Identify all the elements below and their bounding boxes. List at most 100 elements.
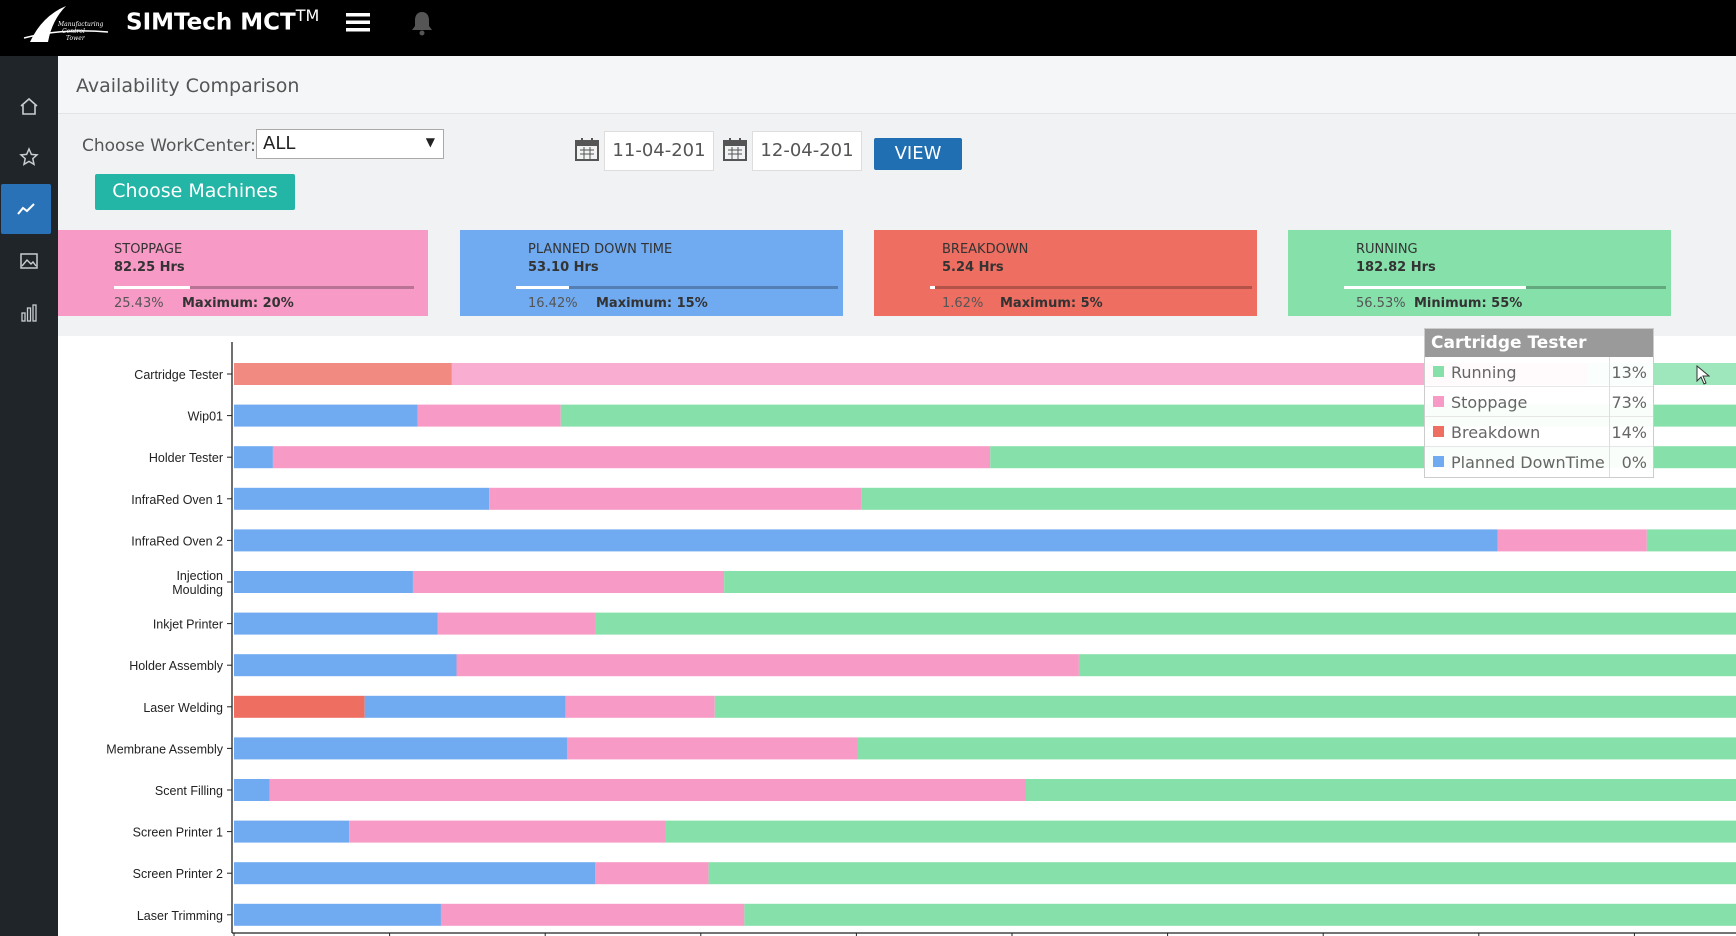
y-tick-label: Inkjet Printer	[153, 618, 223, 632]
y-tick-label: Screen Printer 1	[133, 826, 223, 840]
bar-segment[interactable]	[272, 446, 991, 469]
bar-segment[interactable]	[440, 903, 745, 926]
bar-segment[interactable]	[349, 820, 666, 843]
workcenter-label: Choose WorkCenter:	[82, 136, 256, 156]
bar-segment[interactable]	[861, 487, 1736, 510]
bar-segment[interactable]	[1497, 529, 1647, 552]
y-tick-label: Laser Welding	[143, 701, 223, 715]
bar-segment[interactable]	[234, 820, 350, 843]
bar-segment[interactable]	[234, 612, 438, 635]
svg-text:Control: Control	[62, 28, 85, 35]
kpi-progress-fill	[516, 286, 569, 289]
tooltip-value: 0%	[1621, 453, 1647, 472]
bell-icon[interactable]	[410, 10, 434, 36]
bar-segment[interactable]	[594, 862, 709, 885]
sidebar	[0, 56, 58, 936]
bar-segment[interactable]	[269, 779, 1027, 801]
image-icon	[20, 253, 38, 269]
home-icon	[20, 97, 38, 115]
kpi-progress	[930, 286, 1252, 289]
menu-icon[interactable]	[346, 12, 370, 32]
bar-segment[interactable]	[714, 695, 1736, 718]
bar-segment[interactable]	[594, 612, 1736, 635]
choose-machines-button[interactable]: Choose Machines	[95, 174, 295, 210]
tooltip-row: Stoppage 73%	[1425, 387, 1653, 417]
tooltip-row: Breakdown 14%	[1425, 417, 1653, 447]
legend-swatch	[1433, 456, 1444, 467]
kpi-hours: 182.82 Hrs	[1356, 260, 1436, 275]
bar-segment[interactable]	[565, 695, 715, 718]
legend-swatch	[1433, 426, 1444, 437]
bar-segment[interactable]	[234, 363, 452, 385]
bar-segment[interactable]	[451, 363, 1588, 385]
app-brand: SIMTech MCTTM	[126, 6, 319, 36]
sidebar-item-home[interactable]	[0, 81, 58, 131]
calendar-icon[interactable]	[722, 136, 748, 162]
bar-segment[interactable]	[234, 737, 567, 760]
star-icon	[19, 147, 39, 166]
kpi-progress	[516, 286, 838, 289]
workcenter-select[interactable]: ALL ▼	[256, 129, 444, 159]
main-content: Availability Comparison Choose WorkCente…	[58, 56, 1736, 936]
page-title: Availability Comparison	[76, 75, 300, 97]
bar-segment[interactable]	[412, 571, 725, 593]
chart-tooltip: Cartridge Tester Running 13% Stoppage 73…	[1424, 328, 1654, 478]
manufacturing-control-tower-logo[interactable]: Manufacturing Control Tower	[22, 2, 110, 46]
bar-segment[interactable]	[234, 695, 365, 718]
bar-segment[interactable]	[234, 446, 273, 469]
bar-segment[interactable]	[665, 820, 1736, 843]
bar-segment[interactable]	[456, 654, 1079, 677]
bar-segment[interactable]	[489, 487, 862, 510]
kpi-percent: 25.43%	[114, 296, 164, 311]
bar-segment[interactable]	[1646, 529, 1736, 552]
bar-segment[interactable]	[708, 862, 1736, 885]
y-tick-label: Cartridge Tester	[134, 368, 223, 382]
y-tick-label: Membrane Assembly	[106, 742, 223, 756]
bar-segment[interactable]	[437, 612, 595, 635]
bar-segment[interactable]	[566, 737, 858, 760]
kpi-progress-fill	[930, 286, 936, 289]
svg-text:Manufacturing: Manufacturing	[57, 21, 104, 28]
workcenter-value: ALL	[263, 133, 296, 154]
tooltip-value: 14%	[1611, 423, 1647, 442]
tooltip-row: Running 13%	[1425, 357, 1653, 387]
calendar-icon[interactable]	[574, 136, 600, 162]
bar-segment[interactable]	[234, 903, 441, 926]
date-to-input[interactable]: 12-04-201	[752, 131, 862, 171]
bar-chart-icon	[21, 304, 37, 322]
bar-segment[interactable]	[364, 695, 566, 718]
kpi-card-breakdown: BREAKDOWN 5.24 Hrs 1.62% Maximum: 5%	[874, 230, 1257, 316]
kpi-limit: Minimum: 55%	[1414, 296, 1523, 311]
kpi-hours: 53.10 Hrs	[528, 260, 599, 275]
dropdown-arrow-icon: ▼	[425, 135, 435, 149]
y-tick-label: Scent Filling	[155, 784, 223, 798]
tooltip-row: Planned DownTime 0%	[1425, 447, 1653, 477]
y-tick-label: Holder Assembly	[129, 659, 224, 673]
kpi-name: STOPPAGE	[114, 242, 183, 257]
mouse-cursor-icon	[1696, 365, 1710, 385]
bar-segment[interactable]	[234, 654, 457, 677]
sidebar-item-reports[interactable]	[0, 288, 58, 338]
bar-segment[interactable]	[417, 404, 561, 427]
sidebar-item-analytics[interactable]	[1, 184, 51, 234]
tooltip-value: 13%	[1611, 363, 1647, 382]
sidebar-item-gallery[interactable]	[0, 236, 58, 286]
bar-segment[interactable]	[234, 404, 418, 427]
bar-segment[interactable]	[1026, 779, 1736, 801]
bar-segment[interactable]	[234, 862, 595, 885]
bar-segment[interactable]	[234, 529, 1498, 552]
svg-text:Tower: Tower	[66, 35, 86, 42]
kpi-card-running: RUNNING 182.82 Hrs 56.53% Minimum: 55%	[1288, 230, 1671, 316]
bar-segment[interactable]	[234, 779, 270, 801]
kpi-progress	[114, 286, 414, 289]
bar-segment[interactable]	[857, 737, 1736, 760]
bar-segment[interactable]	[1078, 654, 1736, 677]
kpi-limit: Maximum: 20%	[182, 296, 294, 311]
bar-segment[interactable]	[234, 487, 490, 510]
sidebar-item-favorites[interactable]	[0, 132, 58, 182]
date-from-input[interactable]: 11-04-201	[604, 131, 714, 171]
bar-segment[interactable]	[744, 903, 1736, 926]
bar-segment[interactable]	[724, 571, 1736, 593]
bar-segment[interactable]	[234, 571, 413, 593]
view-button[interactable]: VIEW	[874, 138, 962, 170]
